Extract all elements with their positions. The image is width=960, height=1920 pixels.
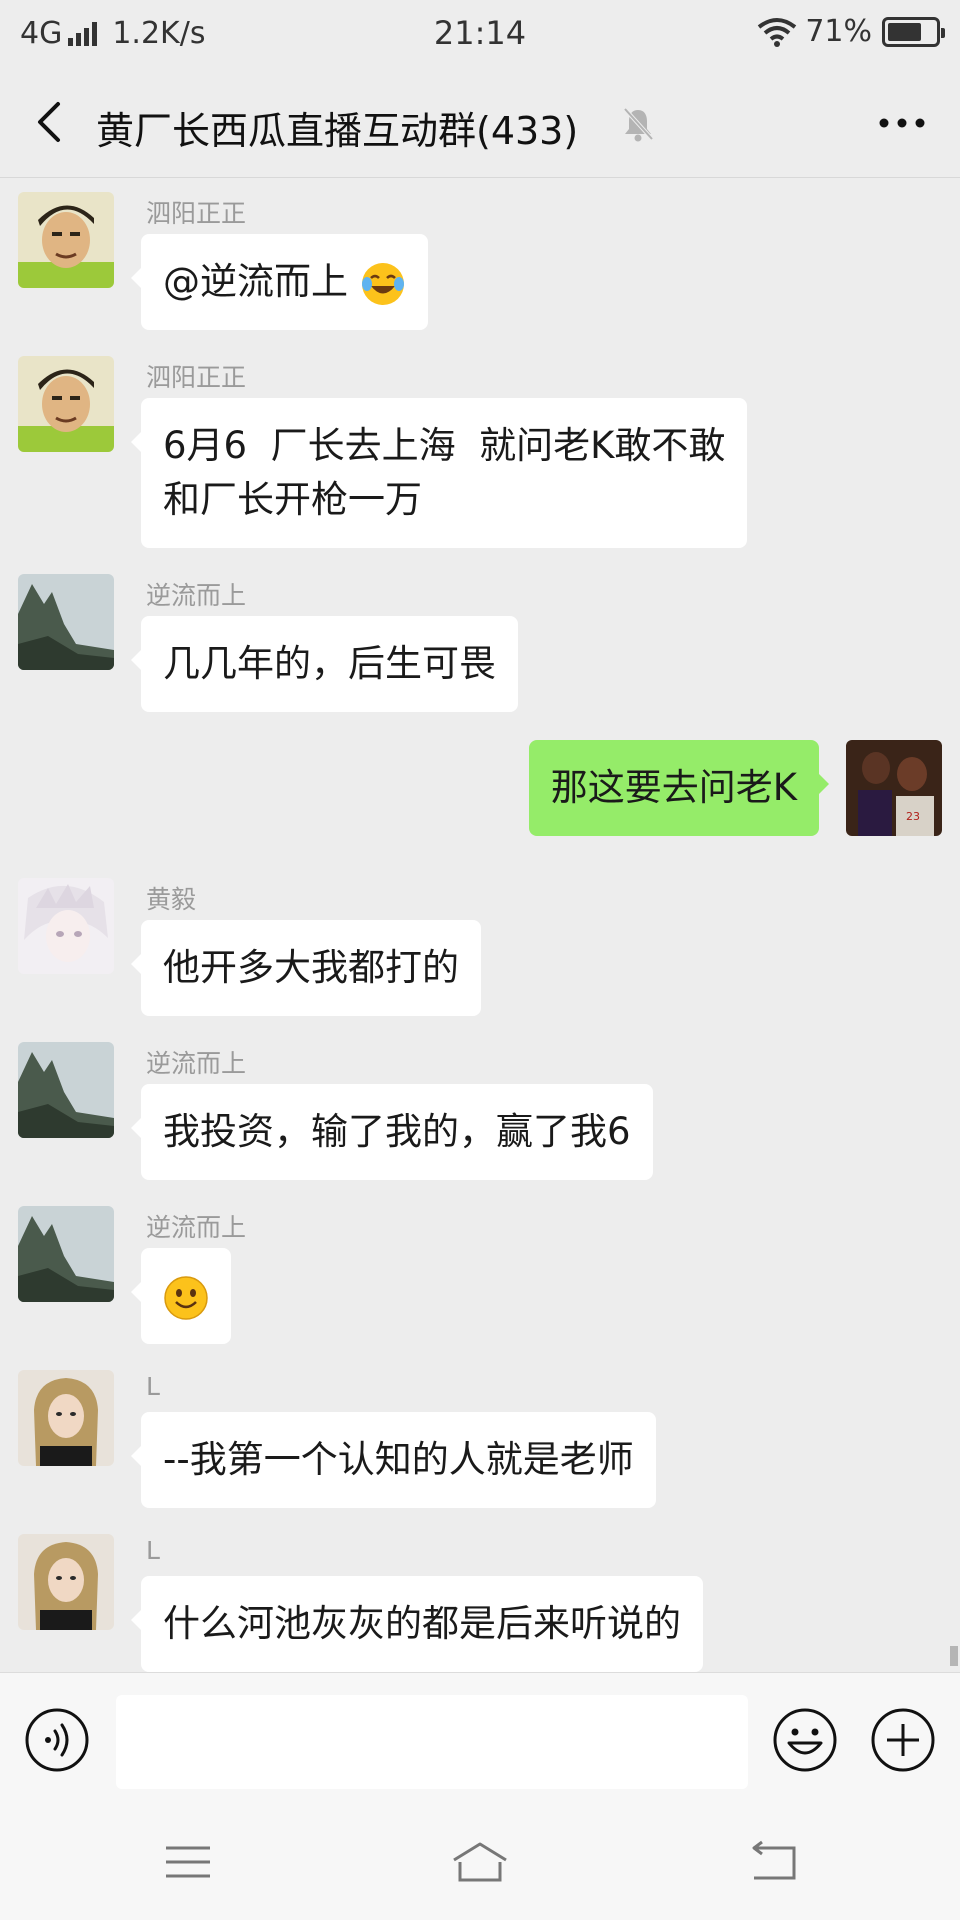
sender-name: 逆流而上 [146,1213,247,1242]
message-bubble[interactable]: --我第一个认知的人就是老师 [131,1412,656,1508]
menu-icon[interactable] [158,1840,218,1884]
svg-text:23: 23 [906,810,920,823]
girl-avatar[interactable] [18,1370,114,1466]
message-text: 我投资，输了我的，赢了我6 [163,1110,631,1153]
message-bubble[interactable]: 几几年的，后生可畏 [131,616,518,712]
sender-name: 黄毅 [146,885,197,914]
laughing-tears-emoji [361,262,404,305]
battery-fill [888,22,921,41]
message-text: 那这要去问老K [550,766,797,809]
emoji-icon[interactable] [772,1707,838,1773]
back-arrow-icon[interactable] [28,98,76,146]
battery-icon [882,16,945,47]
mute-bell-icon [623,107,654,142]
cartoon-boy-avatar[interactable] [18,192,114,288]
smile-emoji [164,1275,208,1320]
more-dots-icon[interactable] [876,108,928,138]
message-bubble[interactable] [131,1248,231,1344]
input-bar [0,1672,960,1798]
message-bubble[interactable]: 那这要去问老K [528,740,830,836]
voice-icon[interactable] [24,1707,90,1773]
anime-avatar[interactable] [18,878,114,974]
message-input[interactable] [116,1695,748,1789]
message-text: 6月6 厂长去上海 就问老K敢不敢 [163,424,726,467]
message-text: 几几年的，后生可畏 [163,642,496,685]
sender-name: 逆流而上 [146,581,247,610]
message-text: 和厂长开枪一万 [163,478,422,521]
chat-header: 黄厂长西瓜直播互动群(433) [0,66,960,178]
battery-percent: 71% [805,14,872,49]
plus-icon[interactable] [870,1707,936,1773]
mountain-avatar[interactable] [18,1042,114,1138]
scrollbar[interactable] [950,1646,958,1666]
message-bubble[interactable]: 我投资，输了我的，赢了我6 [131,1084,653,1180]
sender-name: L [146,1372,160,1401]
message-text: @逆流而上 [163,260,360,303]
system-nav-bar [0,1798,960,1920]
message-text: 他开多大我都打的 [163,946,459,989]
girl-avatar[interactable] [18,1534,114,1630]
message-text: --我第一个认知的人就是老师 [163,1438,634,1481]
cartoon-boy-avatar[interactable] [18,356,114,452]
sender-name: 逆流而上 [146,1049,247,1078]
home-icon[interactable] [450,1840,510,1884]
back-icon[interactable] [744,1840,804,1884]
mountain-avatar[interactable] [18,1206,114,1302]
wifi-icon [758,17,797,47]
chat-title[interactable]: 黄厂长西瓜直播互动群(433) [96,100,578,155]
basketball-avatar[interactable]: 23 [846,740,942,836]
mountain-avatar[interactable] [18,574,114,670]
message-bubble[interactable]: 6月6 厂长去上海 就问老K敢不敢 和厂长开枪一万 [130,398,748,548]
message-list[interactable]: 泗阳正正 @逆流而上 泗阳正正 6月6 厂长去上海 就问老K敢不敢 和厂长开枪一万 [0,178,960,1672]
message-bubble[interactable]: 什么河池灰灰的都是后来听说的 [131,1576,703,1672]
status-right: 71% [757,14,945,49]
message-bubble[interactable]: @逆流而上 [131,234,428,330]
status-bar: 4G 1.2K/s 21:14 71% [0,0,960,66]
sender-name: L [146,1536,160,1565]
sender-name: 泗阳正正 [146,363,247,392]
sender-name: 泗阳正正 [146,199,247,228]
message-bubble[interactable]: 他开多大我都打的 [131,920,481,1016]
message-text: 什么河池灰灰的都是后来听说的 [163,1602,681,1645]
